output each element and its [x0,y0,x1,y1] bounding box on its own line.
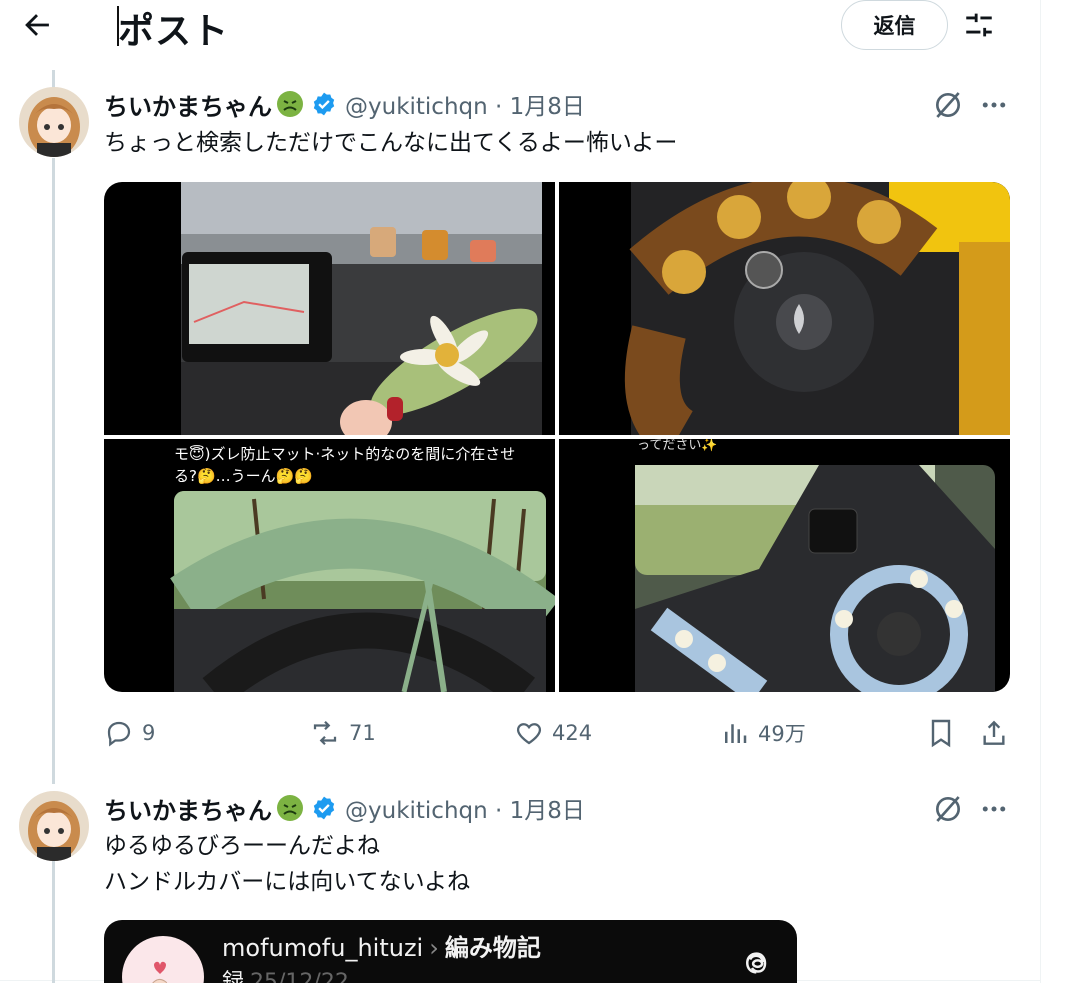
post-text-line: ゆるゆるびろーーんだよね [104,833,380,859]
reply-action[interactable]: 9 [104,718,155,748]
repost-icon [313,720,337,746]
heart-icon [516,723,542,745]
card-title: 編み物記 [444,934,541,962]
grok-icon[interactable] [932,89,964,121]
media-grid: モ😇)ズレ防止マット·ネット的なのを間に介在させ る?🤔…うーん🤔🤔 ってださい… [104,182,1010,692]
link-card[interactable]: mofumofu_hituzi › 編み物記 録 25/12/22 [104,920,797,983]
media-caption: モ😇)ズレ防止マット·ネット的なのを間に介在させ [174,445,515,463]
sick-face-emoji-icon [277,795,303,821]
reply-button[interactable]: 返信 [841,0,948,50]
media-image[interactable] [559,182,1010,435]
thread-connector [52,70,55,88]
post-header: ポスト 返信 [0,0,1040,52]
card-avatar [122,936,204,983]
settings-sliders-icon[interactable] [962,8,996,42]
hand-heart-icon [152,961,168,983]
sick-face-emoji-icon [277,91,303,117]
views-chart-icon [725,724,747,743]
avatar[interactable] [19,87,89,157]
media-caption: る?🤔…うーん🤔🤔 [174,467,313,485]
threads-logo-icon [745,952,767,974]
display-name[interactable]: ちいかまちゃん [104,87,272,122]
reply-bubble-icon [107,721,131,747]
post-author-row: ちいかまちゃん @yukitichqn · 1月8日 [104,87,585,122]
repost-action[interactable]: 71 [309,718,376,748]
card-subtitle-row: 録 25/12/22 [222,964,349,983]
thread-connector [52,158,55,784]
post-author-row: ちいかまちゃん @yukitichqn · 1月8日 [104,791,585,826]
media-image[interactable]: ってださい✨ [559,439,1010,692]
view-count: 49万 [758,722,806,746]
like-action[interactable]: 424 [514,718,592,748]
grok-icon[interactable] [932,793,964,825]
display-name[interactable]: ちいかまちゃん [104,791,272,826]
card-title-continuation: 録 [222,970,245,983]
handle-and-date[interactable]: @yukitichqn · 1月8日 [345,87,585,121]
verified-badge-icon [313,92,335,116]
card-username: mofumofu_hituzi [222,934,424,962]
more-options-icon[interactable] [979,90,1009,120]
back-arrow-icon[interactable] [20,8,54,42]
reply-count: 9 [142,721,156,745]
post-text-line: ハンドルカバーには向いてないよね [104,869,471,895]
media-image[interactable]: モ😇)ズレ防止マット·ネット的なのを間に介在させ る?🤔…うーん🤔🤔 [104,439,555,692]
column-border [1040,0,1041,983]
share-icon[interactable] [978,717,1010,749]
verified-badge-icon [313,796,335,820]
more-options-icon[interactable] [979,794,1009,824]
avatar[interactable] [19,791,89,861]
page-title: ポスト [118,11,230,52]
media-caption: ってださい✨ [637,439,718,453]
views-action[interactable]: 49万 [720,718,806,748]
card-date: 25/12/22 [250,970,349,983]
thread-connector [52,860,55,983]
chevron-right-icon: › [429,934,439,962]
card-username-row: mofumofu_hituzi › 編み物記 [222,928,541,963]
repost-count: 71 [349,721,376,745]
handle-and-date[interactable]: @yukitichqn · 1月8日 [345,791,585,825]
bookmark-icon[interactable] [925,717,957,749]
media-image[interactable] [104,182,555,435]
post-text: ちょっと検索しただけでこんなに出てくるよー怖いよー [104,130,678,156]
like-count: 424 [552,721,593,745]
